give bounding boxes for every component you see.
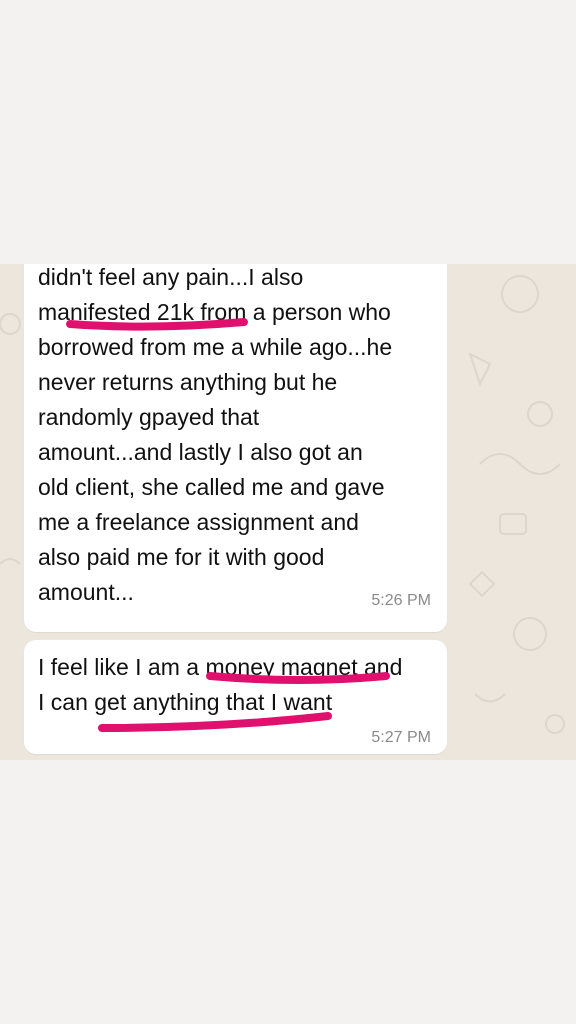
message-text-line: randomly gpayed that (38, 404, 260, 430)
message-text-line: also paid me for it with good (38, 544, 325, 570)
message-text-line: amount... (38, 579, 134, 605)
message-text-line: I feel like I am a money magnet and (38, 654, 403, 680)
message-text-line: manifested 21k from a person who (38, 299, 391, 325)
message-text-line: I can get anything that I want (38, 689, 333, 715)
message-bubble-incoming: I feel like I am a money magnet and I ca… (24, 640, 447, 754)
message-text-line: old client, she called me and gave (38, 474, 385, 500)
chat-area: didn't feel any pain...I also manifested… (0, 264, 576, 760)
message-text-line: borrowed from me a while ago...he (38, 334, 393, 360)
message-text-line: didn't feel any pain...I also (38, 264, 304, 290)
message-text-line: amount...and lastly I also got an (38, 439, 363, 465)
message-bubble-incoming: didn't feel any pain...I also manifested… (24, 264, 447, 632)
message-timestamp: 5:27 PM (371, 729, 431, 746)
message-text-line: never returns anything but he (38, 369, 338, 395)
message-timestamp: 5:26 PM (371, 592, 431, 609)
message-text-line: me a freelance assignment and (38, 509, 359, 535)
